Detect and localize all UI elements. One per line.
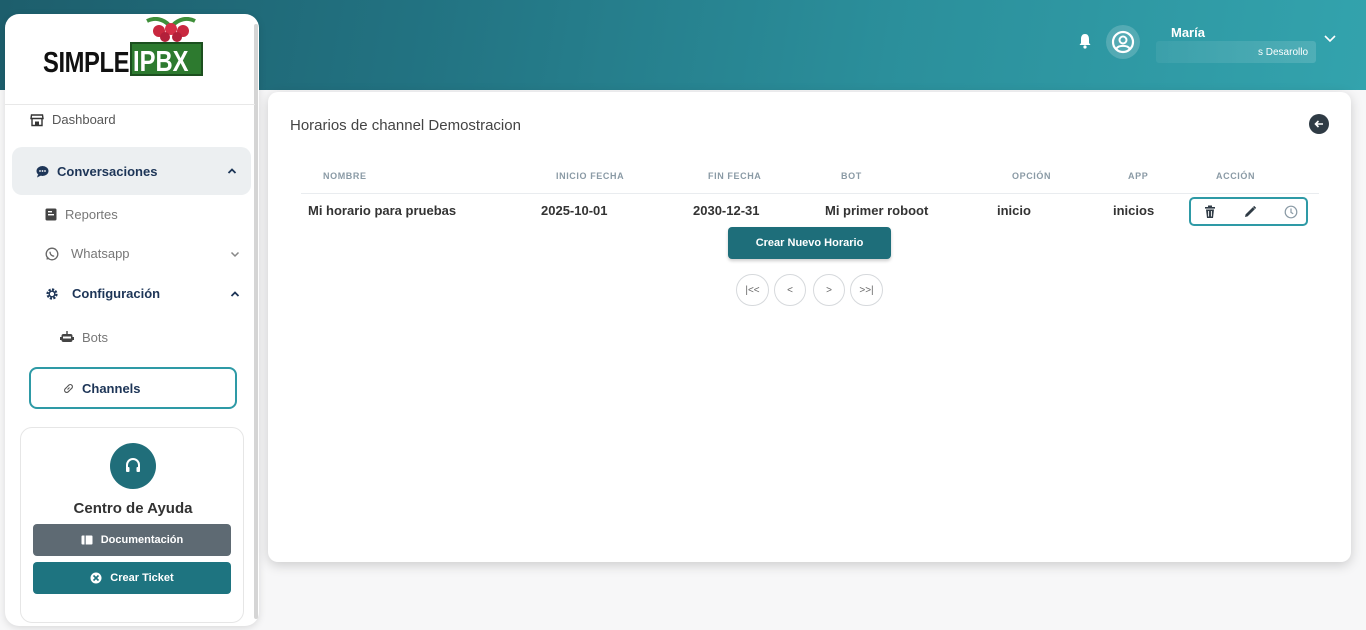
gear-icon [46,287,58,300]
page-title: Horarios de channel Demostracion [290,117,521,134]
sidebar-item-reportes[interactable]: Reportes [45,207,118,222]
pagination-first-button[interactable]: |<< [736,274,769,306]
sidebar-item-conversaciones[interactable]: Conversaciones [12,147,251,195]
logo[interactable]: SIMPLE IPBX [43,17,209,79]
column-header-opcion: OPCIÓN [1012,171,1052,181]
sidebar-item-bots[interactable]: Bots [60,330,108,345]
pencil-icon[interactable] [1243,205,1257,219]
cell-nombre: Mi horario para pruebas [308,203,457,218]
documentation-button-label: Documentación [100,534,184,546]
create-ticket-button-label: Crear Ticket [110,572,174,584]
sidebar-scrollbar[interactable] [254,24,258,619]
back-arrow-icon[interactable] [1309,114,1329,134]
store-icon [30,113,44,126]
logo-word-simple: SIMPLE [43,47,130,79]
link-icon [64,383,73,393]
column-header-bot: BOT [841,171,862,181]
robot-icon [60,331,74,342]
footer-strip [259,587,1366,630]
sidebar-item-channels[interactable]: Channels [29,367,237,409]
clock-icon[interactable] [1284,205,1298,219]
pagination-prev-button[interactable]: < [774,274,806,306]
sidebar-item-label: Configuración [72,286,161,301]
cell-bot: Mi primer roboot [825,203,929,218]
schedules-card: Horarios de channel Demostracion NOMBRE … [268,92,1351,562]
cell-fin-fecha: 2030-12-31 [693,203,760,218]
cell-opcion: inicio [997,203,1031,218]
user-circle-icon[interactable] [1106,25,1140,59]
report-icon [45,208,57,221]
sidebar-item-dashboard[interactable]: Dashboard [30,112,116,127]
book-icon [81,535,93,545]
chat-bubble-icon [36,165,49,177]
sidebar-item-label: Bots [82,330,109,345]
lifebuoy-icon [90,572,102,584]
sidebar-item-configuracion[interactable]: Configuración [45,286,240,301]
cell-app: inicios [1113,203,1155,218]
column-header-accion: ACCIÓN [1216,171,1256,181]
sidebar-item-label: Reportes [65,207,118,222]
chevron-down-icon [230,251,240,257]
create-schedule-button[interactable]: Crear Nuevo Horario [728,227,891,259]
documentation-button[interactable]: Documentación [33,524,231,556]
column-header-nombre: NOMBRE [323,171,367,181]
headset-icon [110,443,156,489]
trash-icon[interactable] [1203,205,1217,219]
user-role: s Desarollo [1258,47,1309,58]
chevron-up-icon [230,290,240,297]
help-center-card: Centro de Ayuda Documentación Crear Tick… [20,427,244,623]
column-header-app: APP [1128,171,1149,181]
chevron-up-icon [227,168,237,174]
pagination-next-button[interactable]: > [813,274,845,306]
create-ticket-button[interactable]: Crear Ticket [33,562,231,594]
sidebar-item-label: Conversaciones [57,163,158,179]
cell-inicio-fecha: 2025-10-01 [541,203,608,218]
table-header-divider [301,193,1319,194]
column-header-fin-fecha: FIN FECHA [708,171,762,181]
sidebar-item-label: Channels [82,380,141,396]
chevron-down-icon[interactable] [1323,34,1337,44]
logo-word-ipbx: IPBX [133,46,189,78]
row-actions [1189,197,1308,226]
sidebar-item-label: Whatsapp [71,246,130,261]
raspberry-logo-icon [146,17,196,42]
column-header-inicio-fecha: INICIO FECHA [556,171,625,181]
sidebar-item-label: Dashboard [52,112,116,127]
bell-icon[interactable] [1078,33,1092,49]
sidebar-divider [5,104,255,105]
sidebar-item-whatsapp[interactable]: Whatsapp [45,246,240,261]
help-center-title: Centro de Ayuda [73,500,193,517]
whatsapp-icon [45,247,59,260]
user-name[interactable]: María [1171,25,1205,40]
pagination-last-button[interactable]: >>| [850,274,883,306]
